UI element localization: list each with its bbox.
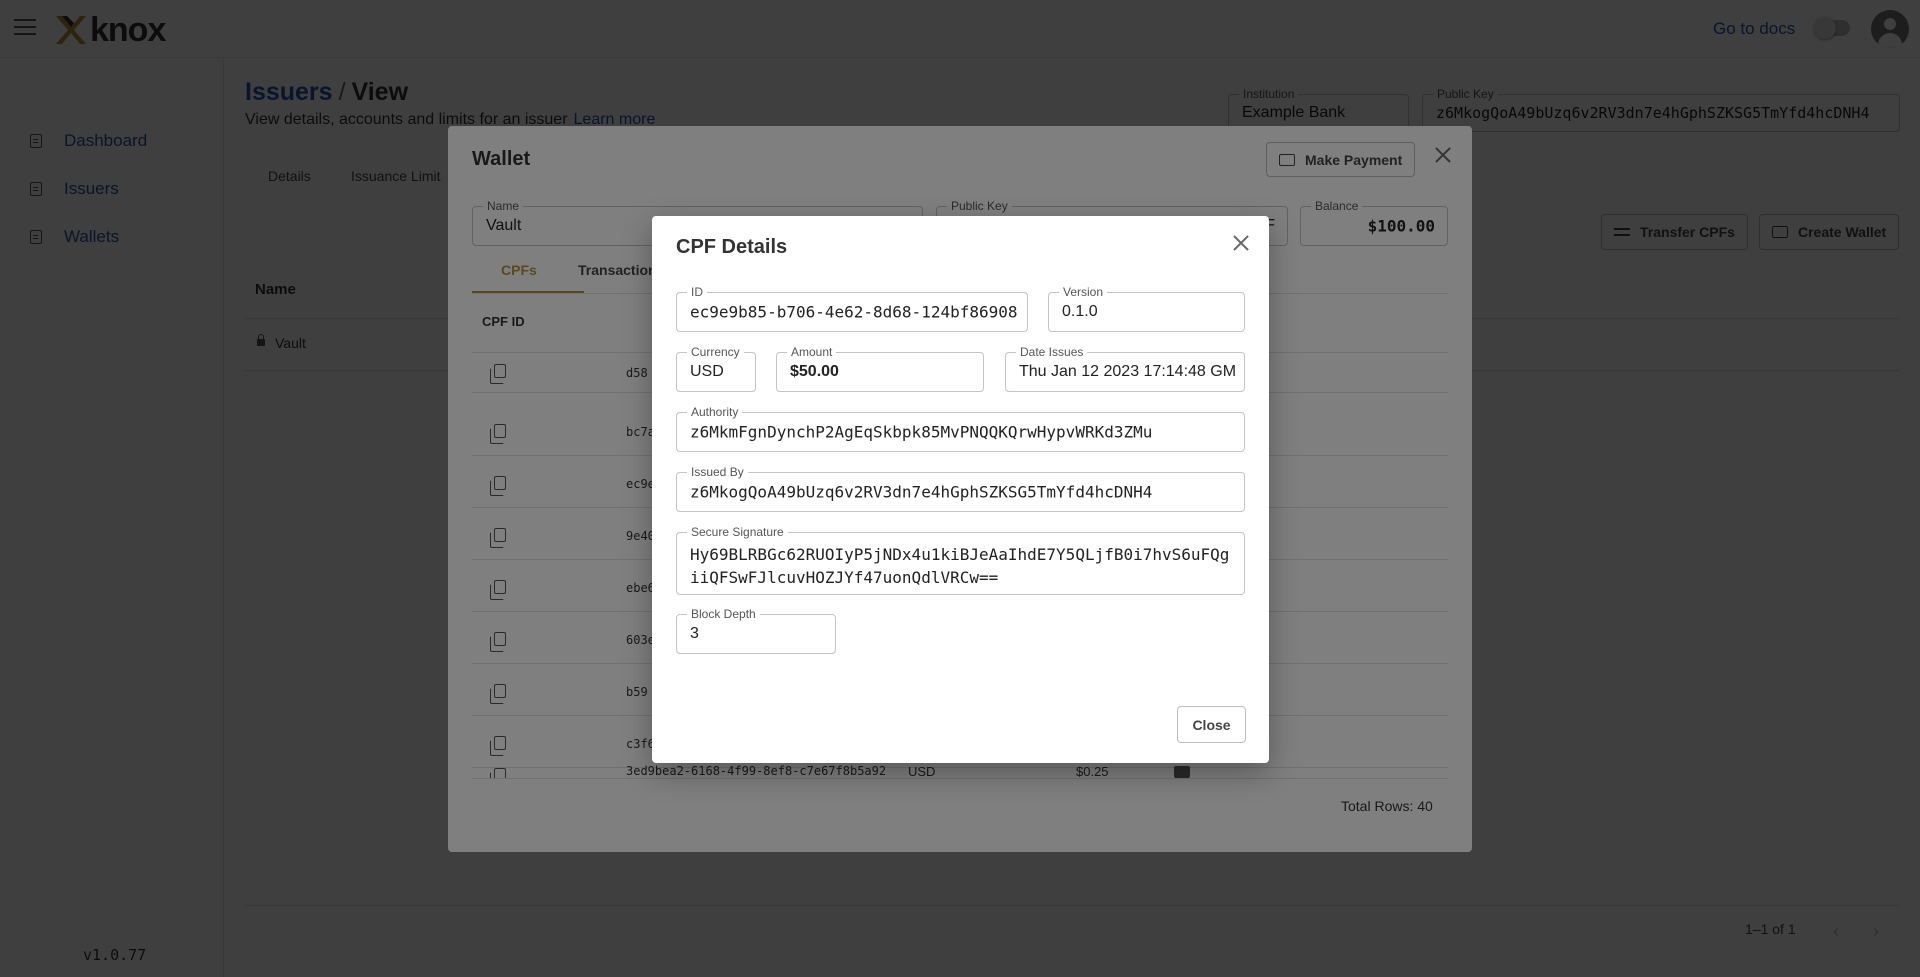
close-icon[interactable] xyxy=(1232,234,1250,252)
field-value: 3 xyxy=(690,625,699,642)
field-value: USD xyxy=(690,363,724,380)
field-label: Block Depth xyxy=(687,607,760,621)
field-value: $50.00 xyxy=(790,363,839,380)
authority-field[interactable]: Authority z6MkmFgnDynchP2AgEqSkbpk85MvPN… xyxy=(676,405,1245,452)
field-value: z6MkogQoA49bUzq6v2RV3dn7e4hGphSZKSG5TmYf… xyxy=(690,482,1153,502)
cpf-id-field[interactable]: ID ec9e9b85-b706-4e62-8d68-124bf86908 xyxy=(676,285,1028,332)
field-label: Secure Signature xyxy=(687,525,788,539)
field-label: Amount xyxy=(787,345,837,359)
field-value: z6MkmFgnDynchP2AgEqSkbpk85MvPNQQKQrwHypv… xyxy=(690,422,1153,442)
field-label: Version xyxy=(1059,285,1108,299)
cpf-dialog-title: CPF Details xyxy=(676,236,788,258)
field-value: Hy69BLRBGc62RUOIyP5jNDx4u1kiBJeAaIhdE7Y5… xyxy=(690,545,1230,587)
block-depth-field[interactable]: Block Depth 3 xyxy=(676,607,836,654)
issued-by-field[interactable]: Issued By z6MkogQoA49bUzq6v2RV3dn7e4hGph… xyxy=(676,465,1245,512)
field-value: ec9e9b85-b706-4e62-8d68-124bf86908 xyxy=(690,302,1018,322)
field-label: Authority xyxy=(687,405,743,419)
currency-field[interactable]: Currency USD xyxy=(676,345,756,392)
field-label: Currency xyxy=(687,345,744,359)
cpf-details-dialog: CPF Details ID ec9e9b85-b706-4e62-8d68-1… xyxy=(652,216,1269,763)
field-value: 0.1.0 xyxy=(1062,303,1098,320)
version-field[interactable]: Version 0.1.0 xyxy=(1048,285,1245,332)
secure-signature-field[interactable]: Secure Signature Hy69BLRBGc62RUOIyP5jNDx… xyxy=(676,525,1245,595)
amount-field[interactable]: Amount $50.00 xyxy=(776,345,984,392)
field-label: Date Issues xyxy=(1016,345,1088,359)
field-value: Thu Jan 12 2023 17:14:48 GM xyxy=(1019,363,1237,380)
close-button[interactable]: Close xyxy=(1177,706,1246,743)
field-label: Issued By xyxy=(687,465,748,479)
date-issued-field[interactable]: Date Issues Thu Jan 12 2023 17:14:48 GM xyxy=(1005,345,1245,392)
field-label: ID xyxy=(687,285,707,299)
